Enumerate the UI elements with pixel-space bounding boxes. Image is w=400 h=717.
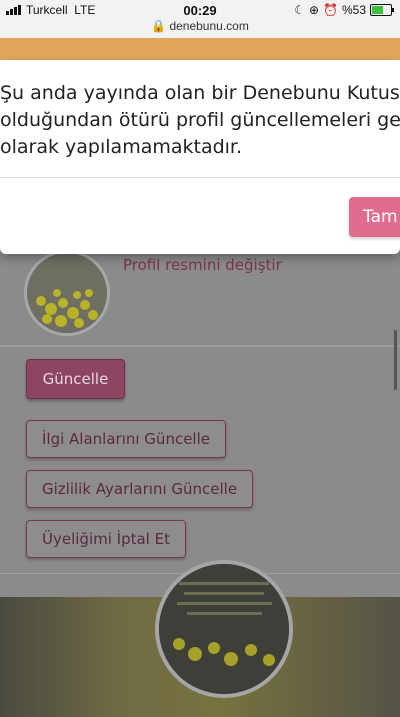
battery-fill	[372, 6, 383, 14]
modal-ok-button[interactable]: Tam	[349, 197, 400, 237]
moon-icon: ☾	[294, 3, 305, 17]
info-modal: Şu anda yayında olan bir Denebunu Kutusu…	[0, 60, 400, 254]
lock-icon: 🔒	[151, 19, 167, 33]
site-header-bar	[0, 38, 400, 60]
update-privacy-button[interactable]: Gizlilik Ayarlarını Güncelle	[26, 470, 254, 508]
status-bar: Turkcell LTE 00:29 🔒 denebunu.com ☾ ⊕ ⏰ …	[0, 0, 400, 38]
footer-avatar-image	[155, 560, 293, 698]
profile-avatar[interactable]	[24, 250, 110, 336]
footer-flowers-image	[159, 564, 289, 694]
modal-message-line: olarak yapılamamaktadır.	[0, 136, 243, 158]
modal-divider	[0, 177, 400, 178]
battery-icon	[370, 4, 394, 16]
change-profile-photo-link[interactable]: Profil resmini değiştir	[123, 256, 282, 274]
section-divider	[0, 345, 400, 347]
modal-message-line: olduğundan ötürü profil güncellemeleri g…	[0, 109, 400, 131]
url-text: denebunu.com	[169, 19, 249, 33]
status-right: ☾ ⊕ ⏰ %53	[294, 3, 394, 17]
modal-message-line: Şu anda yayında olan bir Denebunu Kutusu	[0, 82, 400, 104]
modal-message: Şu anda yayında olan bir Denebunu Kutusu…	[0, 80, 400, 161]
scrollbar[interactable]	[394, 330, 397, 390]
alarm-icon: ⏰	[323, 3, 338, 17]
cancel-membership-button[interactable]: Üyeliğimi İptal Et	[26, 520, 186, 558]
url-bar[interactable]: 🔒 denebunu.com	[0, 19, 400, 33]
update-interests-button[interactable]: İlgi Alanlarını Güncelle	[26, 420, 226, 458]
battery-percent: %53	[341, 3, 366, 17]
rotation-lock-icon: ⊕	[308, 3, 320, 17]
update-button[interactable]: Güncelle	[26, 359, 125, 399]
flowers-image	[27, 253, 107, 333]
